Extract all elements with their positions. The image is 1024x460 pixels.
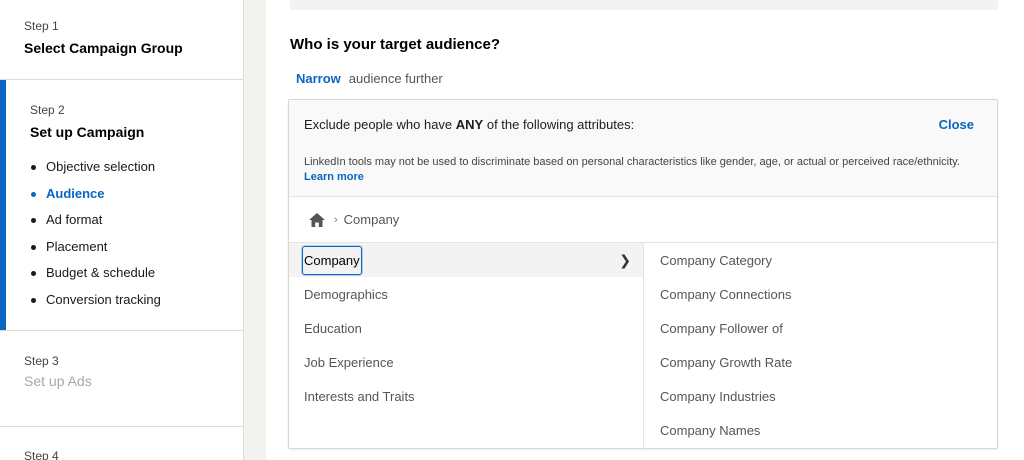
substep-ad-format[interactable]: Ad format [30,212,243,239]
main-content: Who is your target audience? Narrow audie… [266,0,1024,460]
previous-section-box [290,0,998,10]
bullet-icon [31,297,36,303]
substep-list: Objective selection Audience Ad format P… [30,159,243,319]
section-title: Who is your target audience? [290,36,501,53]
exclude-header: Exclude people who have ANY of the follo… [289,100,997,197]
substep-label: Ad format [46,212,103,228]
substep-label: Conversion tracking [46,291,161,307]
exclude-panel: Exclude people who have ANY of the follo… [288,99,998,449]
bullet-icon [31,271,36,277]
breadcrumb: › Company [289,197,997,243]
category-item-interests-traits[interactable]: Interests and Traits [289,379,643,413]
exclude-heading: Exclude people who have ANY of the follo… [304,117,634,132]
substep-label: Objective selection [46,159,156,174]
substep-label: Budget & schedule [46,265,156,281]
step-4[interactable]: Step 4 [0,427,243,460]
subcategory-item[interactable]: Company Follower of [644,311,997,345]
subcategory-item[interactable]: Company Industries [644,379,997,413]
narrow-suffix: audience further [348,71,443,86]
subcategory-item[interactable]: Company Category [644,243,997,277]
bullet-icon [31,191,36,197]
category-label: Job Experience [304,354,394,370]
bullet-icon [31,218,36,224]
category-list: Company ❯ Demographics Education Job Exp… [289,243,644,449]
step-2[interactable]: Step 2 Set up Campaign Objective selecti… [0,80,243,331]
category-item-demographics[interactable]: Demographics [289,277,643,311]
substep-audience[interactable]: Audience [30,186,243,213]
breadcrumb-current: Company [343,212,400,227]
exclude-suffix: of the following attributes: [483,117,635,132]
substep-placement[interactable]: Placement [30,239,243,266]
step-number: Step 2 [30,103,65,117]
step-number: Step 4 [24,449,59,460]
category-label: Company [302,245,362,275]
step-3[interactable]: Step 3 Set up Ads [0,331,243,427]
narrow-row: Narrow audience further [296,71,443,86]
subcategory-item[interactable]: Company Connections [644,277,997,311]
step-1[interactable]: Step 1 Select Campaign Group [0,0,243,80]
category-label: Interests and Traits [304,388,415,404]
category-label: Demographics [304,286,388,302]
step-title: Select Campaign Group [24,40,183,56]
disclaimer-text: LinkedIn tools may not be used to discri… [304,156,960,168]
narrow-link[interactable]: Narrow [296,71,341,86]
category-item-education[interactable]: Education [289,311,643,345]
close-button[interactable]: Close [939,117,974,132]
bullet-icon [31,165,36,170]
learn-more-link[interactable]: Learn more [304,171,364,183]
exclude-emphasis: ANY [455,117,484,132]
substep-objective-selection[interactable]: Objective selection [30,159,243,186]
category-label: Education [304,320,362,336]
substep-conversion-tracking[interactable]: Conversion tracking [30,292,243,319]
category-item-job-experience[interactable]: Job Experience [289,345,643,379]
step-title: Set up Campaign [30,124,145,140]
substep-label: Placement [46,238,108,254]
subcategory-list: Company Category Company Connections Com… [644,243,997,449]
exclude-prefix: Exclude people who have [304,117,456,132]
substep-label: Audience [46,185,105,201]
chevron-right-icon: › [334,213,338,226]
bullet-icon [31,244,36,250]
substep-budget-schedule[interactable]: Budget & schedule [30,265,243,292]
subcategory-item[interactable]: Company Growth Rate [644,345,997,379]
campaign-manager: Step 1 Select Campaign Group Step 2 Set … [0,0,1024,460]
attribute-browser: Company ❯ Demographics Education Job Exp… [289,243,997,449]
subcategory-item[interactable]: Company Names [644,413,997,447]
step-number: Step 3 [24,354,59,368]
disclaimer: LinkedIn tools may not be used to discri… [304,155,984,185]
steps-sidebar: Step 1 Select Campaign Group Step 2 Set … [0,0,244,460]
step-title: Set up Ads [24,373,92,389]
home-icon[interactable] [309,212,325,227]
category-item-company[interactable]: Company ❯ [289,243,643,277]
step-number: Step 1 [24,19,59,33]
chevron-right-icon: ❯ [619,252,631,268]
